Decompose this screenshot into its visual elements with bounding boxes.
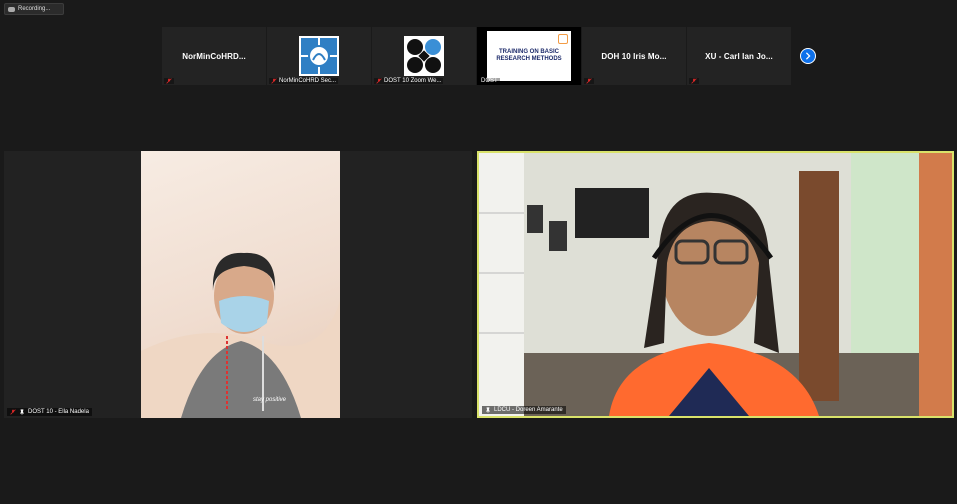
participant-tile[interactable]: NorMinCoHRD Sec... bbox=[267, 27, 371, 85]
next-page-button[interactable] bbox=[800, 48, 816, 64]
participant-strip: NorMinCoHRD... NorMinCoHRD Sec... DOST 1… bbox=[162, 27, 791, 85]
participant-label bbox=[689, 78, 699, 84]
participant-label: DOST 10 - Ella Nadela bbox=[7, 408, 92, 416]
chevron-right-icon bbox=[805, 52, 811, 60]
shirt-text: stay positive bbox=[253, 397, 287, 403]
muted-mic-icon bbox=[586, 78, 592, 84]
participant-tile[interactable]: NorMinCoHRD... bbox=[162, 27, 266, 85]
muted-mic-icon bbox=[376, 78, 382, 84]
participant-tile[interactable]: DOST 10 Zoom We... bbox=[372, 27, 476, 85]
organization-logo bbox=[299, 36, 339, 76]
participant-label: DOST 10 Zoom We... bbox=[374, 78, 444, 84]
participant-label: DOST bbox=[479, 78, 500, 84]
video-tile-left[interactable]: stay positive DOST 10 - Ella Nadela bbox=[4, 151, 472, 418]
shared-slide-thumbnail: TRAINING ON BASIC RESEARCH METHODS bbox=[487, 31, 571, 81]
participant-tile[interactable]: DOH 10 Iris Mo... bbox=[582, 27, 686, 85]
pin-icon bbox=[485, 407, 491, 413]
participant-label-text: DOST 10 Zoom We... bbox=[384, 78, 442, 84]
participant-name: XU - Carl Ian Jo... bbox=[705, 51, 773, 61]
participant-label-text: DOST bbox=[481, 78, 498, 84]
muted-mic-icon bbox=[166, 78, 172, 84]
participant-name: NorMinCoHRD... bbox=[182, 51, 246, 61]
participant-label: NorMinCoHRD Sec... bbox=[269, 78, 339, 84]
participant-label bbox=[164, 78, 174, 84]
video-tile-right[interactable]: LDCU - Doreen Amarante bbox=[477, 151, 954, 418]
muted-mic-icon bbox=[271, 78, 277, 84]
participant-video-image bbox=[479, 153, 952, 416]
participant-video-image bbox=[141, 252, 340, 418]
video-feed: stay positive bbox=[141, 151, 340, 418]
participant-tile[interactable]: XU - Carl Ian Jo... bbox=[687, 27, 791, 85]
participant-label-text: NorMinCoHRD Sec... bbox=[279, 78, 337, 84]
recording-indicator[interactable]: Recording... bbox=[4, 3, 64, 15]
participant-tile[interactable]: TRAINING ON BASIC RESEARCH METHODS DOST bbox=[477, 27, 581, 85]
slide-accent bbox=[558, 34, 568, 44]
muted-mic-icon bbox=[691, 78, 697, 84]
participant-name: LDCU - Doreen Amarante bbox=[494, 407, 563, 413]
participant-name: DOH 10 Iris Mo... bbox=[601, 51, 667, 61]
muted-mic-icon bbox=[10, 409, 16, 415]
recording-label: Recording... bbox=[18, 6, 51, 12]
recording-icon bbox=[8, 6, 15, 12]
participant-label bbox=[584, 78, 594, 84]
participant-label: LDCU - Doreen Amarante bbox=[482, 406, 566, 414]
pin-icon bbox=[19, 409, 25, 415]
dost-logo bbox=[404, 36, 444, 76]
participant-name: DOST 10 - Ella Nadela bbox=[28, 409, 89, 415]
slide-title: TRAINING ON BASIC RESEARCH METHODS bbox=[496, 49, 562, 62]
